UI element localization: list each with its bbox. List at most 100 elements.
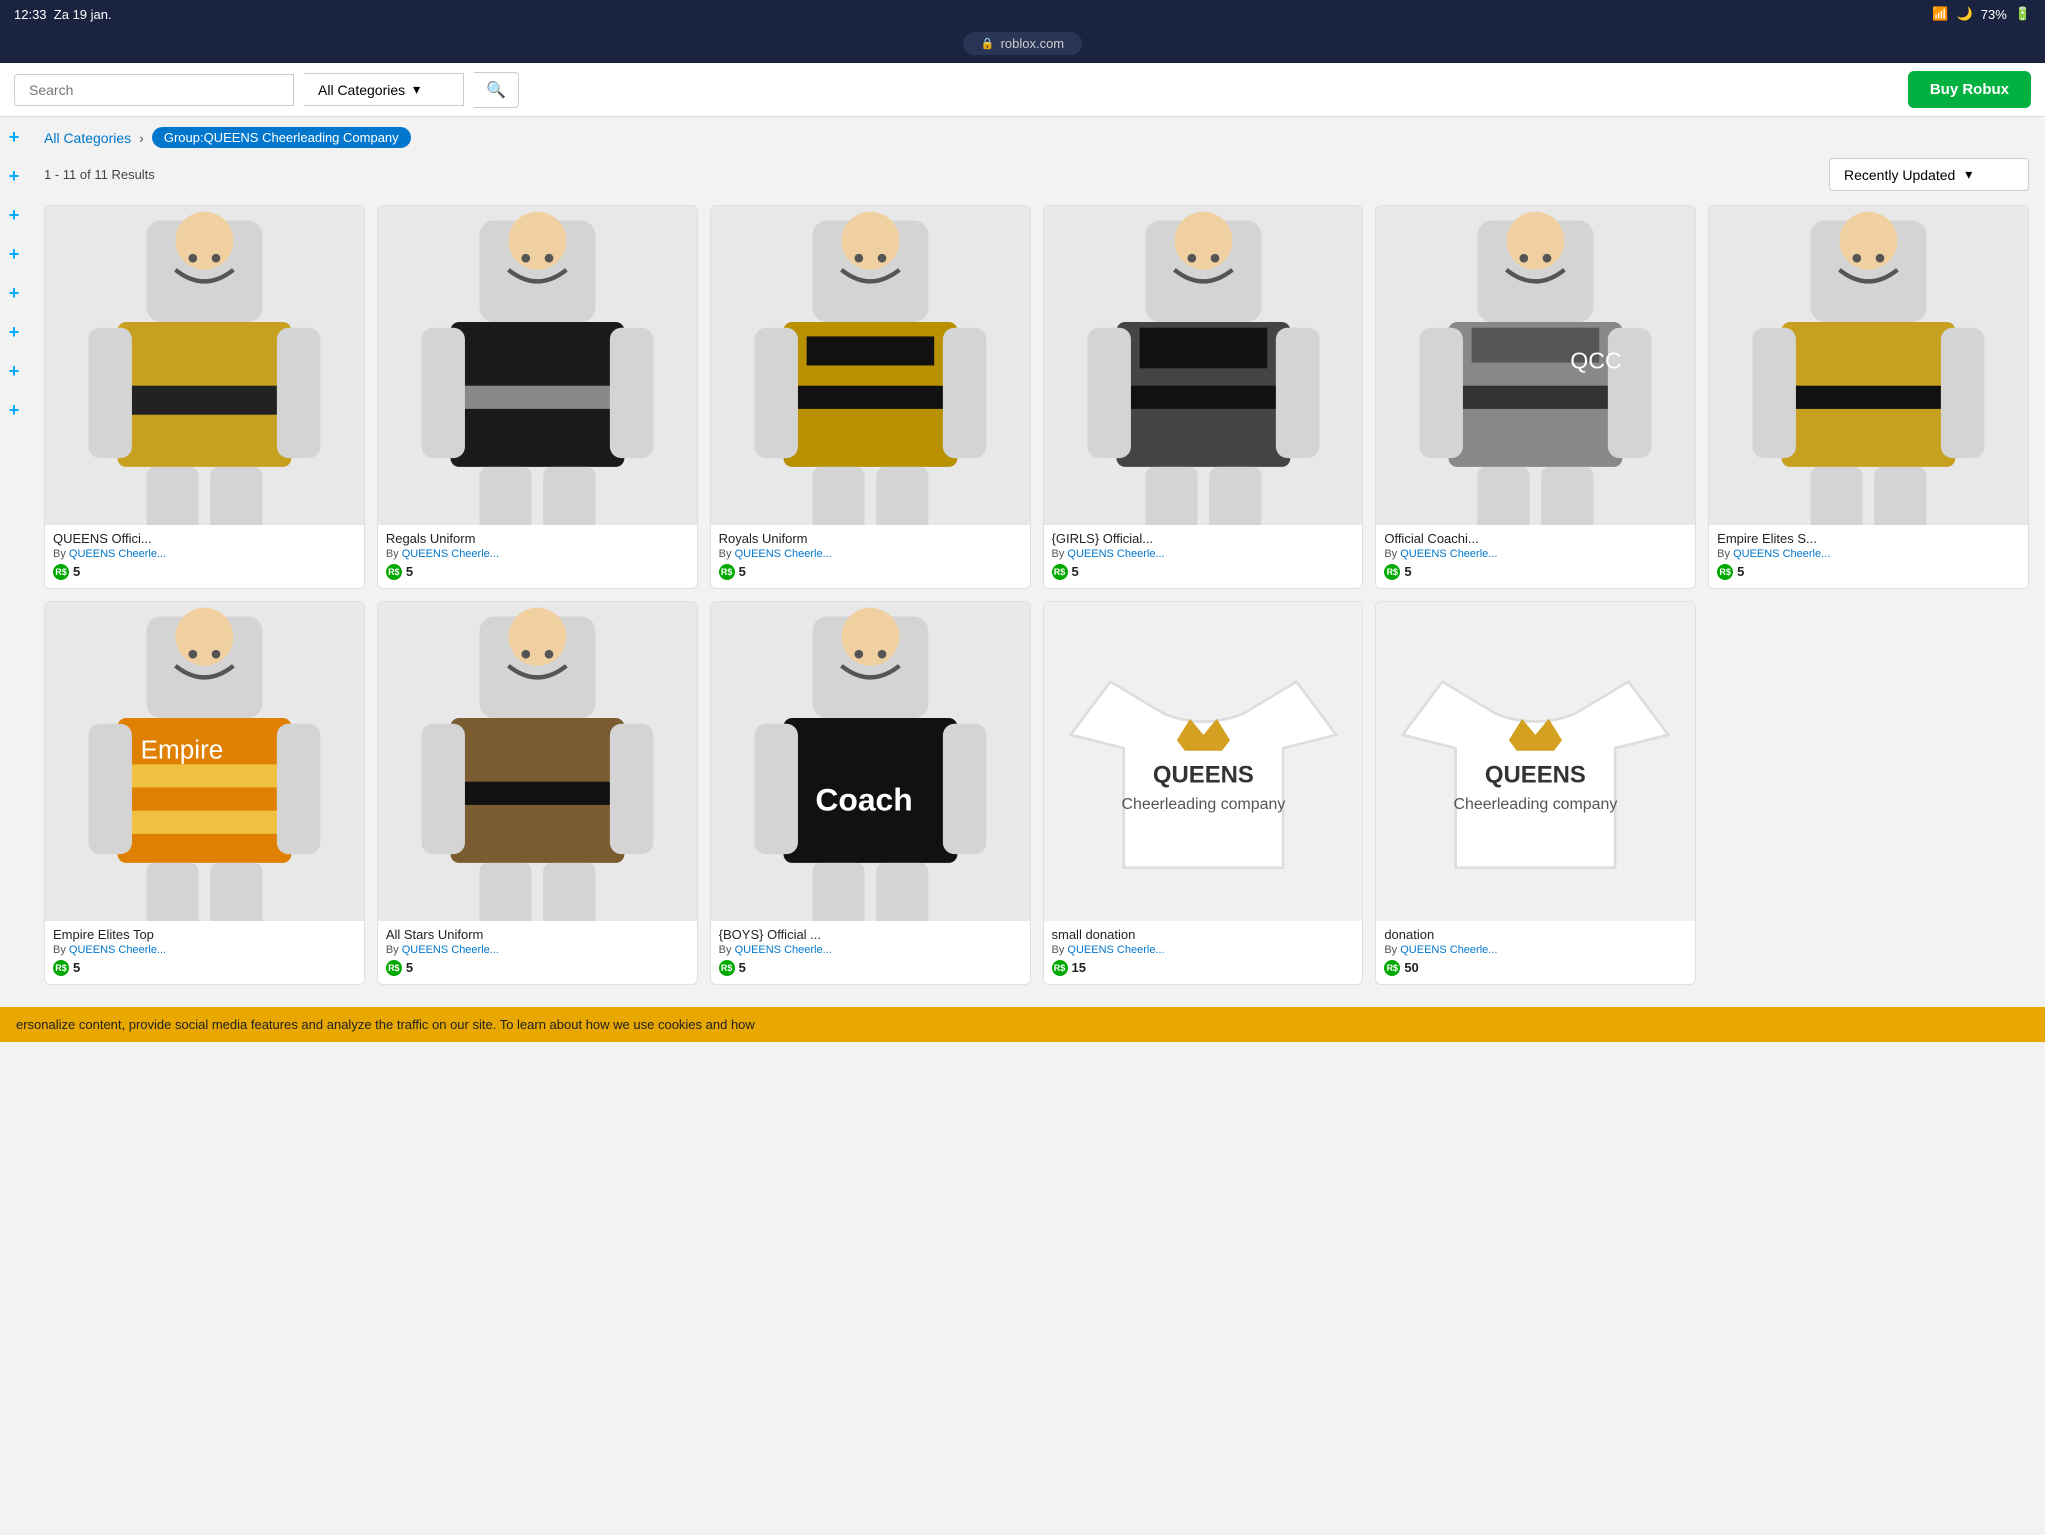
item-name-5: Official Coachi... <box>1384 531 1687 546</box>
item-info-3: Royals Uniform By QUEENS Cheerle... R$ 5 <box>711 525 1030 588</box>
item-author-4: By QUEENS Cheerle... <box>1052 548 1355 560</box>
item-name-2: Regals Uniform <box>386 531 689 546</box>
item-info-2: Regals Uniform By QUEENS Cheerle... R$ 5 <box>378 525 697 588</box>
browser-bar: 🔒 roblox.com <box>0 28 2045 63</box>
item-card-9[interactable]: Coach {BOYS} Official ... By QUEENS Chee… <box>710 601 1031 985</box>
sort-chevron-icon: ▾ <box>1965 166 1972 183</box>
robux-icon-10: R$ <box>1052 960 1068 976</box>
sidebar-plus-8[interactable]: + <box>9 400 20 421</box>
item-image-1 <box>45 206 364 525</box>
item-author-3: By QUEENS Cheerle... <box>719 548 1022 560</box>
item-price-5: R$ 5 <box>1384 564 1687 580</box>
robux-icon-9: R$ <box>719 960 735 976</box>
sidebar-plus-5[interactable]: + <box>9 283 20 304</box>
item-name-9: {BOYS} Official ... <box>719 927 1022 942</box>
item-author-6: By QUEENS Cheerle... <box>1717 548 2020 560</box>
item-card-8[interactable]: All Stars Uniform By QUEENS Cheerle... R… <box>377 601 698 985</box>
sidebar-plus-6[interactable]: + <box>9 322 20 343</box>
results-count: 1 - 11 of 11 Results <box>44 167 155 182</box>
item-card-5[interactable]: QCC Official Coachi... By QUEENS Cheerle… <box>1375 205 1696 589</box>
item-image-8 <box>378 602 697 921</box>
item-card-1[interactable]: QUEENS Offici... By QUEENS Cheerle... R$… <box>44 205 365 589</box>
item-card-6[interactable]: Empire Elites S... By QUEENS Cheerle... … <box>1708 205 2029 589</box>
item-name-8: All Stars Uniform <box>386 927 689 942</box>
item-name-10: small donation <box>1052 927 1355 942</box>
url-text: roblox.com <box>1001 36 1065 51</box>
robux-icon-1: R$ <box>53 564 69 580</box>
status-right: 📶 🌙 73% 🔋 <box>1932 6 2031 22</box>
robux-icon-6: R$ <box>1717 564 1733 580</box>
item-author-8: By QUEENS Cheerle... <box>386 944 689 956</box>
battery-level: 73% <box>1981 7 2007 22</box>
item-price-3: R$ 5 <box>719 564 1022 580</box>
item-card-2[interactable]: Regals Uniform By QUEENS Cheerle... R$ 5 <box>377 205 698 589</box>
item-card-11[interactable]: QUEENS Cheerleading company donation By … <box>1375 601 1696 985</box>
all-categories-link[interactable]: All Categories <box>44 130 131 146</box>
robux-icon-5: R$ <box>1384 564 1400 580</box>
category-select[interactable]: All Categories ▾ <box>304 73 464 106</box>
item-image-4 <box>1044 206 1363 525</box>
item-price-4: R$ 5 <box>1052 564 1355 580</box>
svg-text:QCC: QCC <box>1571 347 1623 373</box>
item-image-5: QCC <box>1376 206 1695 525</box>
item-card-4[interactable]: {GIRLS} Official... By QUEENS Cheerle...… <box>1043 205 1364 589</box>
lock-icon: 🔒 <box>981 37 995 50</box>
item-name-6: Empire Elites S... <box>1717 531 2020 546</box>
item-info-11: donation By QUEENS Cheerle... R$ 50 <box>1376 921 1695 984</box>
item-price-6: R$ 5 <box>1717 564 2020 580</box>
item-name-3: Royals Uniform <box>719 531 1022 546</box>
item-info-5: Official Coachi... By QUEENS Cheerle... … <box>1376 525 1695 588</box>
page-layout: + + + + + + + + All Categories › Group:Q… <box>0 117 2045 1007</box>
moon-icon: 🌙 <box>1957 6 1973 22</box>
item-price-7: R$ 5 <box>53 960 356 976</box>
sidebar-plus-1[interactable]: + <box>9 127 20 148</box>
items-grid-row2: Empire Empire Elites Top By QUEENS Cheer… <box>44 601 2029 985</box>
svg-text:QUEENS: QUEENS <box>1485 762 1586 789</box>
svg-text:Empire: Empire <box>141 734 224 764</box>
search-button[interactable]: 🔍 <box>474 72 519 108</box>
item-price-2: R$ 5 <box>386 564 689 580</box>
sidebar-plus-4[interactable]: + <box>9 244 20 265</box>
category-label: All Categories <box>318 82 405 98</box>
item-info-4: {GIRLS} Official... By QUEENS Cheerle...… <box>1044 525 1363 588</box>
item-price-11: R$ 50 <box>1384 960 1687 976</box>
svg-text:Cheerleading company: Cheerleading company <box>1454 796 1618 813</box>
item-card-7[interactable]: Empire Empire Elites Top By QUEENS Cheer… <box>44 601 365 985</box>
svg-text:Cheerleading company: Cheerleading company <box>1121 796 1285 813</box>
cookie-banner: ersonalize content, provide social media… <box>0 1007 2045 1042</box>
item-image-6 <box>1709 206 2028 525</box>
filter-row: 1 - 11 of 11 Results Recently Updated ▾ <box>44 158 2029 191</box>
item-image-3 <box>711 206 1030 525</box>
sort-label: Recently Updated <box>1844 167 1955 183</box>
item-image-10: QUEENS Cheerleading company <box>1044 602 1363 921</box>
chevron-down-icon: ▾ <box>413 81 420 98</box>
item-info-8: All Stars Uniform By QUEENS Cheerle... R… <box>378 921 697 984</box>
item-author-9: By QUEENS Cheerle... <box>719 944 1022 956</box>
item-info-9: {BOYS} Official ... By QUEENS Cheerle...… <box>711 921 1030 984</box>
robux-icon-7: R$ <box>53 960 69 976</box>
item-name-1: QUEENS Offici... <box>53 531 356 546</box>
buy-robux-button[interactable]: Buy Robux <box>1908 71 2031 108</box>
robux-icon-4: R$ <box>1052 564 1068 580</box>
sort-dropdown[interactable]: Recently Updated ▾ <box>1829 158 2029 191</box>
item-price-9: R$ 5 <box>719 960 1022 976</box>
item-price-10: R$ 15 <box>1052 960 1355 976</box>
sidebar-plus-2[interactable]: + <box>9 166 20 187</box>
sidebar-plus-3[interactable]: + <box>9 205 20 226</box>
item-card-10[interactable]: QUEENS Cheerleading company small donati… <box>1043 601 1364 985</box>
item-name-11: donation <box>1384 927 1687 942</box>
group-badge[interactable]: Group:QUEENS Cheerleading Company <box>152 127 411 148</box>
item-author-1: By QUEENS Cheerle... <box>53 548 356 560</box>
url-bar[interactable]: 🔒 roblox.com <box>963 32 1082 55</box>
cookie-text: ersonalize content, provide social media… <box>16 1017 755 1032</box>
top-nav: All Categories ▾ 🔍 Buy Robux <box>0 63 2045 117</box>
sidebar-plus-7[interactable]: + <box>9 361 20 382</box>
robux-icon-3: R$ <box>719 564 735 580</box>
sidebar: + + + + + + + + <box>0 117 28 1007</box>
search-input[interactable] <box>14 74 294 106</box>
item-info-7: Empire Elites Top By QUEENS Cheerle... R… <box>45 921 364 984</box>
item-price-1: R$ 5 <box>53 564 356 580</box>
svg-text:QUEENS: QUEENS <box>1152 762 1253 789</box>
item-card-3[interactable]: Royals Uniform By QUEENS Cheerle... R$ 5 <box>710 205 1031 589</box>
main-content: All Categories › Group:QUEENS Cheerleadi… <box>28 117 2045 1007</box>
